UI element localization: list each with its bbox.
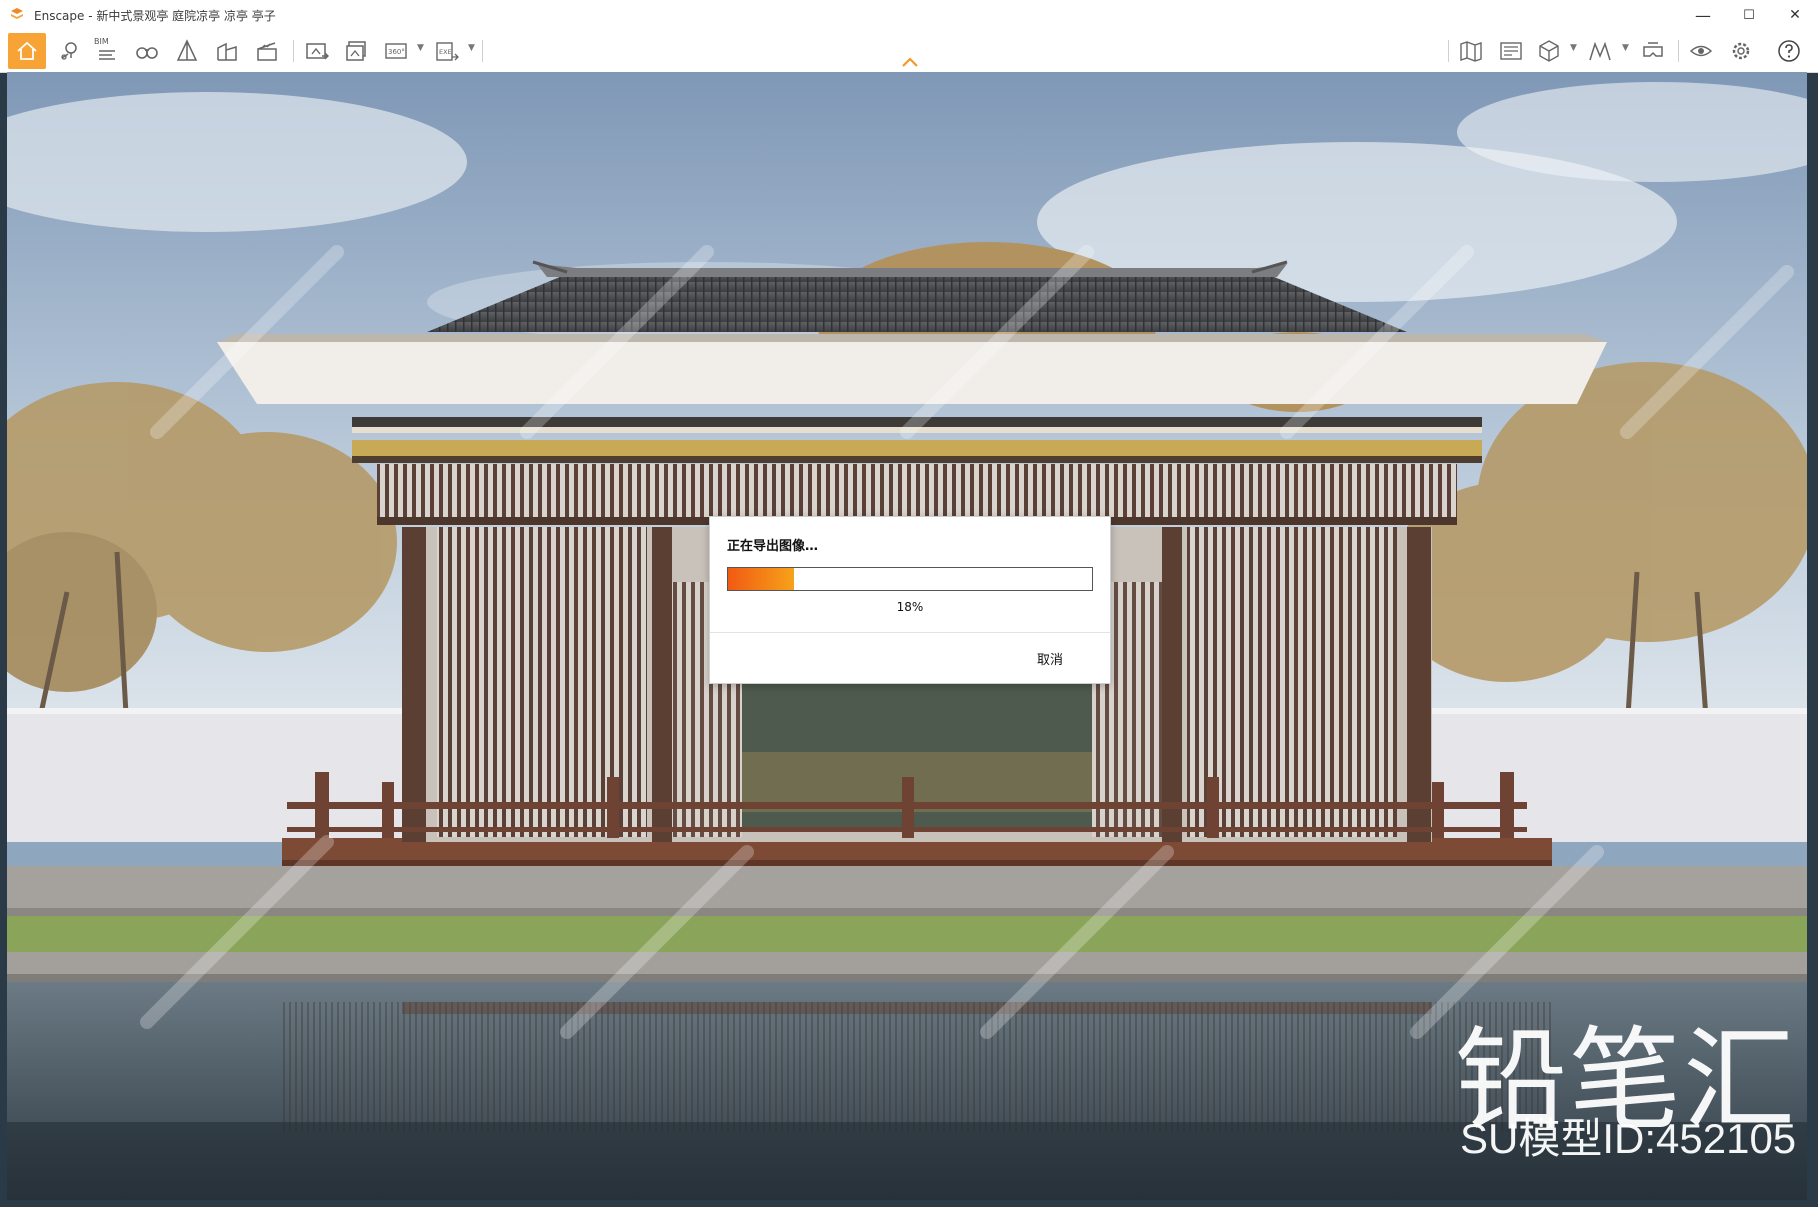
close-button[interactable]: ✕	[1772, 0, 1818, 30]
minimize-button[interactable]: —	[1680, 0, 1726, 30]
panorama-dropdown-caret[interactable]: ▼	[417, 43, 424, 53]
binoculars-button[interactable]	[130, 35, 164, 67]
title-bar: Enscape - 新中式景观亭 庭院凉亭 凉亭 亭子 — ☐ ✕	[0, 0, 1818, 31]
model-id-watermark: SU模型ID:452105	[1460, 1115, 1797, 1162]
visual-settings-button[interactable]	[1684, 35, 1718, 67]
progress-percent: 18%	[896, 600, 924, 614]
enscape-window: Enscape - 新中式景观亭 庭院凉亭 凉亭 亭子 — ☐ ✕ BIM 36…	[0, 0, 1818, 1207]
settings-button[interactable]	[1724, 35, 1758, 67]
toolbar-separator	[1448, 40, 1449, 62]
window-title: Enscape - 新中式景观亭 庭院凉亭 凉亭 亭子	[34, 9, 276, 23]
map-button[interactable]	[1454, 35, 1488, 67]
pyramid-icon	[176, 39, 198, 61]
progress-fill	[728, 568, 794, 590]
bim-info-button[interactable]: BIM	[90, 35, 124, 67]
map-icon	[1460, 41, 1482, 62]
export-dropdown-caret[interactable]: ▼	[468, 43, 475, 53]
maximize-button[interactable]: ☐	[1726, 0, 1772, 30]
panorama-button[interactable]: 360°	[380, 35, 414, 67]
export-exe-button[interactable]: EXE	[430, 35, 464, 67]
visual-settings-icon	[1689, 45, 1713, 57]
asset-dropdown-caret[interactable]: ▼	[1570, 43, 1577, 53]
toolbar-separator	[293, 40, 294, 62]
toolbar-separator	[482, 40, 483, 62]
atmosphere-button[interactable]	[1583, 35, 1617, 67]
atmosphere-icon	[1589, 41, 1611, 61]
toolbar-separator	[1678, 40, 1679, 62]
home-icon	[17, 41, 37, 60]
bim-label: BIM	[94, 37, 109, 46]
buildings-button[interactable]	[210, 35, 244, 67]
pyramid-button[interactable]	[170, 35, 204, 67]
enscape-logo-icon	[11, 8, 23, 19]
location-pin-icon	[61, 42, 77, 60]
export-progress-dialog: 正在导出图像… 18% 取消	[709, 516, 1111, 684]
exe-label: EXE	[439, 48, 452, 56]
batch-render-button[interactable]	[340, 35, 374, 67]
dialog-divider	[710, 632, 1110, 633]
asset-library-button[interactable]	[1532, 35, 1566, 67]
screenshot-button[interactable]	[300, 35, 334, 67]
panorama-label: 360°	[388, 48, 405, 56]
view-management-button[interactable]	[1494, 35, 1528, 67]
dialog-title: 正在导出图像…	[727, 539, 819, 554]
vr-headset-button[interactable]	[1636, 35, 1670, 67]
video-editor-button[interactable]	[250, 35, 284, 67]
screenshot-icon	[306, 43, 329, 60]
buildings-icon	[217, 42, 237, 61]
batch-render-icon	[346, 41, 366, 61]
location-button[interactable]	[52, 35, 86, 67]
settings-gear-icon	[1732, 42, 1750, 60]
export-exe-icon: EXE	[436, 42, 459, 61]
clapperboard-icon	[257, 42, 277, 61]
view-management-icon	[1500, 42, 1522, 60]
cube-icon	[1539, 40, 1559, 62]
vr-headset-icon	[1643, 42, 1663, 57]
export-progress-bar	[727, 567, 1093, 591]
panorama-icon: 360°	[385, 43, 407, 59]
help-icon	[1778, 40, 1800, 62]
cancel-button[interactable]: 取消	[1037, 649, 1063, 668]
help-button[interactable]	[1772, 35, 1806, 67]
binoculars-icon	[136, 47, 158, 59]
home-button[interactable]	[8, 33, 46, 69]
atmosphere-dropdown-caret[interactable]: ▼	[1622, 43, 1629, 53]
toolbar-collapse-caret-icon[interactable]	[901, 56, 919, 68]
